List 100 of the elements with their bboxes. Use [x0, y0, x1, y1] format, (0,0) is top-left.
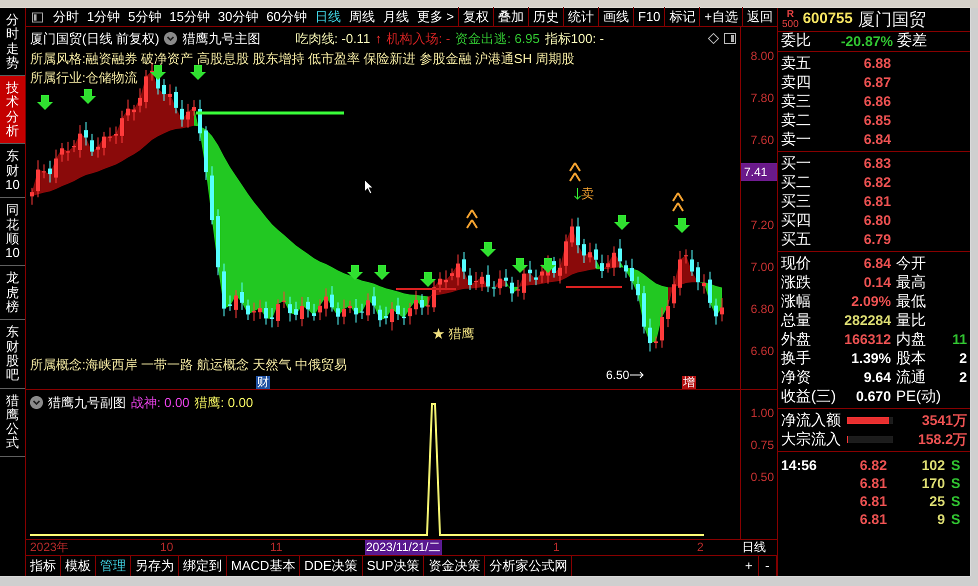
stock-code: 600755	[802, 9, 853, 30]
tick-side: S	[951, 474, 960, 492]
order-level-label: 买一	[781, 154, 812, 173]
panel-toggle-icon[interactable]	[32, 12, 43, 22]
toolbar-button[interactable]: +自选	[699, 7, 742, 27]
arrow-down-icon	[614, 215, 630, 230]
stat-value: 0.14	[862, 273, 891, 292]
order-price: 6.80	[862, 211, 891, 230]
stat-label: 内盘	[896, 330, 927, 349]
stat-value: 6.84	[862, 254, 891, 273]
stat-label: 量比	[896, 311, 927, 330]
order-level-label: 买五	[781, 230, 812, 249]
chevron-circle-icon[interactable]	[30, 396, 43, 410]
arrow-down-icon	[190, 65, 206, 80]
period-tab[interactable]: 30分钟	[214, 7, 262, 27]
badge-number: 500	[782, 20, 799, 30]
arrow-down-icon	[150, 65, 166, 80]
stat-label: 换手	[781, 349, 812, 368]
chart-title: 厦门国贸(日线 前复权)	[30, 30, 160, 48]
side-tab[interactable]: 技术分析	[0, 76, 25, 144]
date-axis-label: 2023年	[30, 540, 69, 555]
diamond-icon[interactable]	[708, 33, 719, 44]
price-axis-label: 7.80	[750, 90, 774, 107]
toolbar-button[interactable]: 画线	[598, 7, 633, 27]
stat-value: 166312	[843, 330, 891, 349]
period-tab[interactable]: 15分钟	[165, 7, 214, 27]
period-tab[interactable]: 周线	[344, 7, 379, 27]
quote-label: 委差	[897, 31, 927, 52]
order-price: 6.84	[862, 130, 891, 149]
double-chevron-icon	[672, 192, 684, 212]
stat-label: 流通	[896, 368, 927, 387]
arrow-down-icon	[480, 242, 496, 257]
cursor-date-label: 2023/11/21/二	[365, 540, 442, 555]
stock-name: 厦门国贸	[858, 8, 926, 31]
tick-price: 6.82	[858, 456, 887, 474]
period-tab[interactable]: 日线	[310, 7, 345, 27]
double-chevron-icon	[466, 209, 478, 229]
period-tab[interactable]: 5分钟	[124, 7, 166, 27]
toolbar-button[interactable]: 标记	[664, 7, 700, 27]
order-level-label: 卖五	[781, 54, 812, 73]
toolbar-button[interactable]: 叠加	[493, 7, 528, 27]
order-price: 6.86	[862, 92, 891, 111]
stat-label: 最低	[896, 292, 927, 311]
indicator-axis-label: 0.50	[750, 469, 774, 486]
tick-volume: 9	[936, 510, 945, 528]
toolbar-button[interactable]: F10	[633, 7, 664, 27]
quote-value: -20.87%	[840, 32, 893, 51]
period-tab[interactable]: 月线	[378, 7, 413, 27]
industry-line: 所属行业:仓储物流	[29, 69, 139, 87]
panel-toggle-icon[interactable]	[724, 33, 736, 44]
order-price: 6.79	[862, 230, 891, 249]
flow-value: 158.2万	[916, 430, 967, 449]
flow-label: 净流入额	[781, 411, 842, 430]
arrow-right-icon	[630, 371, 644, 379]
sell-mark: 卖	[581, 185, 594, 203]
stat-value: 2	[958, 349, 967, 368]
order-level-label: 卖一	[781, 130, 812, 149]
price-axis-label: 7.20	[750, 217, 774, 234]
date-axis-label: 1	[553, 540, 560, 555]
price-axis-label: 8.00	[750, 48, 774, 65]
toolbar-button[interactable]: 统计	[563, 7, 598, 27]
indicator-reading: 战神: 0.00	[131, 394, 190, 412]
flow-label: 大宗流入	[781, 430, 842, 449]
quote-label: 委比	[781, 31, 812, 52]
indicator-name: 猎鹰九号主图	[182, 30, 260, 48]
indicator-reading: 机构入场: -	[386, 30, 450, 48]
stat-label: 净资	[781, 368, 812, 387]
more-button[interactable]: 更多 >	[412, 7, 458, 27]
period-tab[interactable]: 1分钟	[82, 7, 124, 27]
chevron-circle-icon[interactable]	[164, 32, 178, 46]
arrow-down-icon	[347, 265, 363, 280]
arrow-down-icon	[674, 218, 690, 233]
order-level-label: 卖四	[781, 73, 812, 92]
tick-volume: 25	[928, 492, 945, 510]
price-axis-label: 6.80	[750, 301, 774, 318]
double-chevron-icon	[569, 162, 581, 182]
tick-time: 14:56	[781, 456, 817, 472]
order-level-label: 卖三	[781, 92, 812, 111]
indicator-axis-label: 0.75	[750, 437, 774, 454]
arrow-down-icon	[37, 95, 53, 110]
toolbar-button[interactable]: 历史	[528, 7, 563, 27]
badge-letter: R	[786, 10, 794, 20]
tick-price: 6.81	[858, 492, 887, 510]
increase-badge: 增	[682, 376, 696, 389]
order-level-label: 买三	[781, 192, 812, 211]
stat-value: 282284	[843, 311, 891, 330]
period-label: 日线	[741, 540, 767, 555]
toolbar-button[interactable]: 返回	[742, 7, 777, 27]
indicator-reading: 吃肉线: -0.11	[295, 30, 370, 48]
level-line	[566, 286, 622, 288]
stat-label: 外盘	[781, 330, 812, 349]
tick-volume: 170	[920, 474, 945, 492]
period-tab[interactable]: 60分钟	[262, 7, 311, 27]
order-price: 6.81	[862, 192, 891, 211]
period-tab[interactable]: 分时	[48, 7, 83, 27]
arrow-down-icon	[420, 272, 436, 287]
cursor-icon	[364, 179, 374, 195]
toolbar-button[interactable]: 复权	[458, 7, 493, 27]
indicator-reading: 资金出逃: 6.95	[455, 30, 540, 48]
tick-volume: 102	[920, 456, 945, 474]
